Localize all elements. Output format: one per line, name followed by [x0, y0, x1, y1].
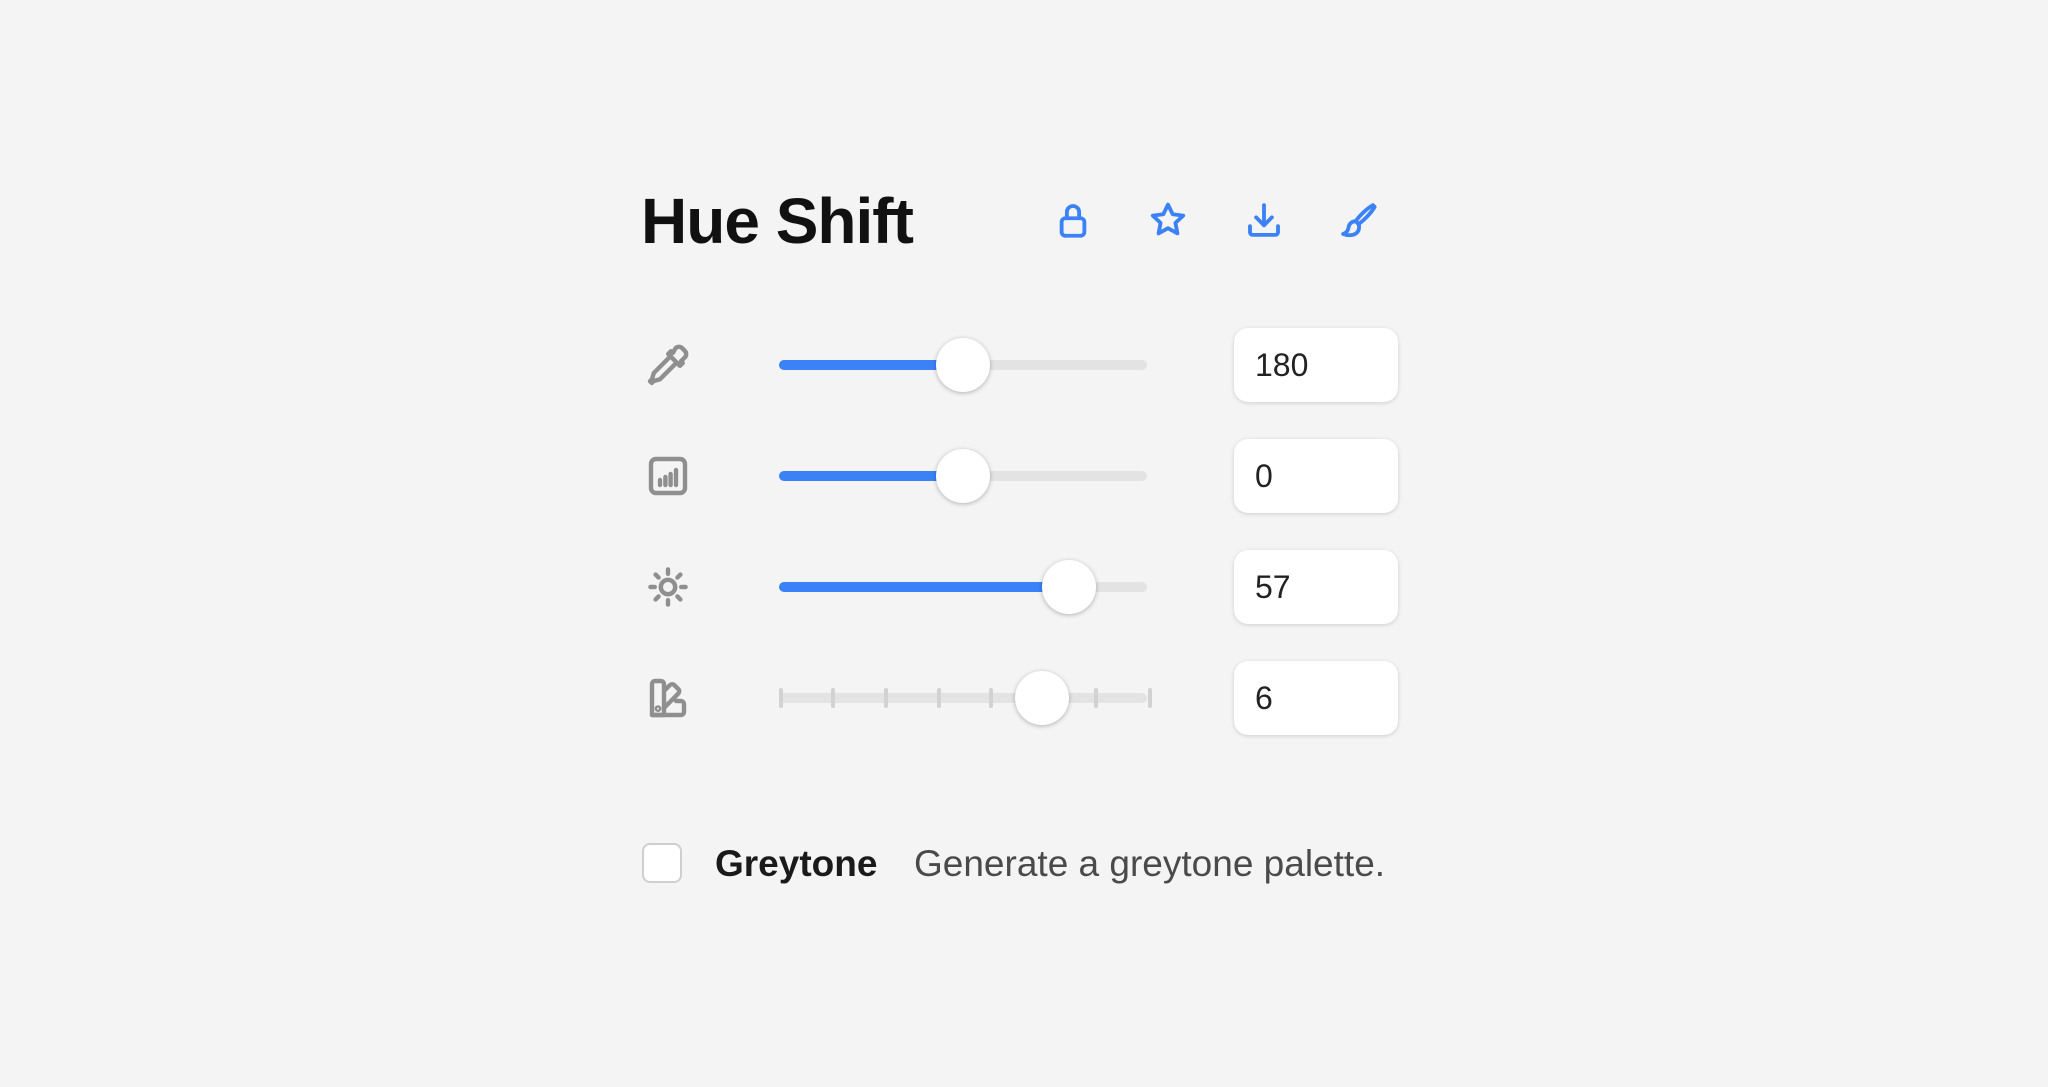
slider-thumb[interactable] — [936, 449, 990, 503]
bar-chart-icon — [642, 450, 694, 502]
slider-tick — [1094, 688, 1098, 708]
slider-tick — [937, 688, 941, 708]
eyedropper-icon — [642, 339, 694, 391]
slider-tick — [989, 688, 993, 708]
slider-tick — [779, 688, 783, 708]
slider-tick — [831, 688, 835, 708]
swatches-icon — [642, 672, 694, 724]
sun-icon — [642, 561, 694, 613]
slider-thumb[interactable] — [936, 338, 990, 392]
greytone-label[interactable]: Greytone — [715, 843, 877, 885]
star-icon[interactable] — [1144, 196, 1192, 244]
download-icon[interactable] — [1240, 196, 1288, 244]
greytone-description: Generate a greytone palette. — [914, 843, 1386, 884]
slider-tick — [1148, 688, 1152, 708]
slider-fill — [779, 582, 1069, 592]
lock-icon[interactable] — [1049, 196, 1097, 244]
slider-thumb[interactable] — [1015, 671, 1069, 725]
hue-value-field[interactable] — [1234, 328, 1398, 402]
greytone-checkbox[interactable] — [642, 843, 682, 883]
page-title: Hue Shift — [641, 185, 914, 257]
hue-slider[interactable] — [779, 337, 1147, 393]
brush-icon[interactable] — [1334, 196, 1382, 244]
brightness-slider[interactable] — [779, 559, 1147, 615]
slider-tick — [884, 688, 888, 708]
slider-thumb[interactable] — [1042, 560, 1096, 614]
steps-value-field[interactable] — [1234, 661, 1398, 735]
saturation-value-field[interactable] — [1234, 439, 1398, 513]
brightness-value-field[interactable] — [1234, 550, 1398, 624]
saturation-slider[interactable] — [779, 448, 1147, 504]
steps-slider[interactable] — [779, 670, 1152, 726]
